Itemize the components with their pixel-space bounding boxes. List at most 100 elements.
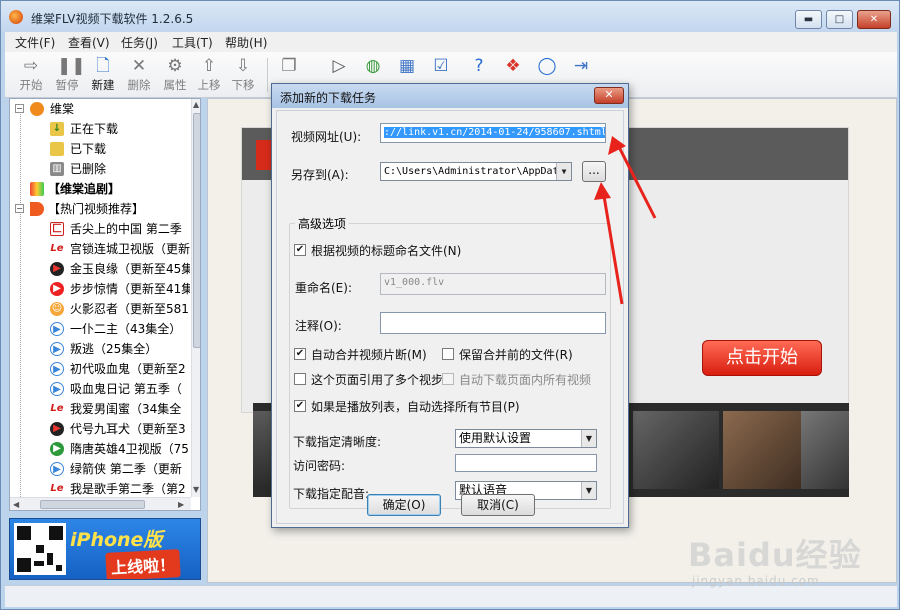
- scroll-right-icon[interactable]: ▶: [178, 500, 184, 509]
- keep-before-merge-label: 保留合并前的文件(R): [459, 348, 573, 362]
- tree-item-video[interactable]: ▶ 一仆二主（43集全）: [10, 319, 190, 339]
- start-button[interactable]: ⇨ 开始: [15, 54, 47, 96]
- tree-vertical-scrollbar[interactable]: ▲ ▼: [191, 99, 200, 497]
- folder-download-icon: ↓: [50, 122, 64, 136]
- tree-label: 步步惊情（更新至41集: [70, 282, 190, 296]
- tv-icon: [30, 182, 44, 196]
- properties-button[interactable]: ⚙ 属性: [159, 54, 191, 96]
- pause-button[interactable]: ❚❚ 暂停: [51, 54, 86, 96]
- tree-label: 隋唐英雄4卫视版（75: [70, 442, 189, 456]
- window-title: 维棠FLV视频下载软件 1.2.6.5: [31, 12, 194, 26]
- quality-label: 下载指定清晰度:: [293, 435, 382, 449]
- move-up-button[interactable]: ⇧ 上移: [193, 54, 225, 96]
- tree-item-root[interactable]: − 维棠: [10, 99, 190, 119]
- delete-button[interactable]: ✕ 删除: [123, 54, 155, 96]
- auto-merge-label: 自动合并视频片断(M): [311, 348, 427, 362]
- tree-item-video[interactable]: 匚舌尖上的中国 第二季: [10, 219, 190, 239]
- ok-button[interactable]: 确定(O): [367, 494, 441, 516]
- tree-horizontal-scrollbar[interactable]: ◀ ▶: [10, 497, 191, 510]
- baidu-watermark: Baidu经验 jingyan.baidu.com: [688, 530, 888, 600]
- tree-item-video[interactable]: ☺ 火影忍者（更新至581: [10, 299, 190, 319]
- maximize-button[interactable]: □: [826, 10, 853, 29]
- menu-help[interactable]: 帮助(H): [225, 34, 267, 51]
- tree-item-video[interactable]: ▶ 代号九耳犬（更新至3: [10, 419, 190, 439]
- dialog-body: 视频网址(U): ://link.v1.cn/2014-01-24/958607…: [276, 110, 624, 524]
- menu-file[interactable]: 文件(F): [15, 34, 55, 51]
- tree-item-deleted[interactable]: ▥ 已删除: [10, 159, 190, 179]
- playlist-checkbox[interactable]: ✔: [294, 400, 306, 412]
- collapse-icon[interactable]: −: [15, 204, 24, 213]
- quality-select[interactable]: 使用默认设置 ▼: [455, 429, 597, 448]
- tree-item-hot[interactable]: − 【热门视频推荐】: [10, 199, 190, 219]
- name-by-title-checkbox[interactable]: ✔: [294, 244, 306, 256]
- url-value: ://link.v1.cn/2014-01-24/958607.shtml: [384, 127, 606, 138]
- scroll-up-icon[interactable]: ▲: [193, 100, 199, 109]
- video-thumbnail[interactable]: [801, 411, 849, 489]
- menu-view[interactable]: 查看(V): [68, 34, 110, 51]
- pause-icon: ❚❚: [57, 56, 86, 76]
- tree-item-downloading[interactable]: ↓ 正在下载: [10, 119, 190, 139]
- chevron-down-icon[interactable]: ▼: [581, 482, 596, 499]
- tree-label: 一仆二主（43集全）: [70, 322, 182, 336]
- tree-item-video[interactable]: Le 宫锁连城卫视版（更新: [10, 239, 190, 259]
- auto-merge-checkbox[interactable]: ✔: [294, 348, 306, 360]
- tree-item-video[interactable]: Le 我是歌手第二季（第2: [10, 479, 190, 499]
- move-up-label: 上移: [197, 78, 221, 92]
- browse-button[interactable]: ...: [582, 161, 606, 182]
- note-input[interactable]: [380, 312, 606, 334]
- tree-item-video[interactable]: ▶ 绿箭侠 第二季（更新: [10, 459, 190, 479]
- tree-label: 舌尖上的中国 第二季: [70, 222, 182, 236]
- collapse-icon[interactable]: −: [15, 104, 24, 113]
- multi-video-checkbox[interactable]: [294, 373, 306, 385]
- tree-item-video[interactable]: ▶ 隋唐英雄4卫视版（75: [10, 439, 190, 459]
- password-input[interactable]: [455, 454, 597, 472]
- rename-input[interactable]: v1_000.flv: [380, 273, 606, 295]
- video-thumbnail[interactable]: [633, 411, 719, 489]
- tree-label: 我是歌手第二季（第2: [70, 482, 186, 496]
- new-button[interactable]: 🗋 新建: [87, 54, 119, 96]
- tree-item-follow[interactable]: 【维棠追剧】: [10, 179, 190, 199]
- video-thumbnail[interactable]: [723, 411, 809, 489]
- close-button[interactable]: ✕: [857, 10, 891, 29]
- video-site-icon: ▶: [50, 422, 64, 436]
- url-label: 视频网址(U):: [291, 130, 362, 144]
- scrollbar-thumb[interactable]: [40, 500, 145, 509]
- tree-label: 维棠: [50, 102, 75, 116]
- player-icon: ▷: [332, 56, 346, 76]
- keep-before-merge-checkbox[interactable]: [442, 348, 454, 360]
- scrollbar-thumb[interactable]: [193, 113, 200, 348]
- delete-label: 删除: [127, 78, 151, 92]
- tree-label: 已下载: [70, 142, 107, 156]
- scroll-left-icon[interactable]: ◀: [13, 500, 19, 509]
- menu-tools[interactable]: 工具(T): [172, 34, 213, 51]
- chevron-down-icon[interactable]: ▼: [581, 430, 596, 447]
- move-up-icon: ⇧: [201, 56, 217, 76]
- cancel-button[interactable]: 取消(C): [461, 494, 535, 516]
- tree-item-video[interactable]: ▶ 初代吸血鬼（更新至2: [10, 359, 190, 379]
- tree-item-video[interactable]: ▶ 叛逃（25集全）: [10, 339, 190, 359]
- chevron-down-icon[interactable]: ▼: [556, 163, 571, 180]
- scroll-down-icon[interactable]: ▼: [193, 485, 199, 494]
- tree-item-video[interactable]: ▶ 金玉良缘（更新至45集: [10, 259, 190, 279]
- tree-item-video[interactable]: Le 我爱男闺蜜（34集全: [10, 399, 190, 419]
- grid-icon: ▦: [398, 56, 416, 76]
- tree-item-video[interactable]: ▶ 吸血鬼日记 第五季（: [10, 379, 190, 399]
- play-circle-icon: ▶: [50, 382, 64, 396]
- tree-item-downloaded[interactable]: 已下载: [10, 139, 190, 159]
- exit-icon: ⇥: [573, 56, 589, 76]
- minimize-button[interactable]: ▬: [795, 10, 822, 29]
- multi-video-label: 这个页面引用了多个视步: [311, 373, 444, 387]
- saveto-combo[interactable]: C:\Users\Administrator\AppDat ▼: [380, 162, 572, 181]
- saveto-label: 另存到(A):: [291, 168, 349, 182]
- app-logo-icon: [30, 102, 44, 116]
- url-input[interactable]: ://link.v1.cn/2014-01-24/958607.shtml: [380, 123, 606, 143]
- move-down-button[interactable]: ⇩ 下移: [227, 54, 259, 96]
- dialog-close-button[interactable]: ✕: [594, 87, 624, 104]
- tree-label: 宫锁连城卫视版（更新: [70, 242, 190, 256]
- play-arrow-icon: ⇨: [23, 56, 39, 76]
- click-start-button[interactable]: 点击开始: [702, 340, 822, 376]
- iphone-promo-banner[interactable]: iPhone版 上线啦！: [9, 518, 201, 580]
- tree-item-video[interactable]: ▶ 步步惊情（更新至41集: [10, 279, 190, 299]
- download-all-checkbox[interactable]: [442, 373, 454, 385]
- menu-task[interactable]: 任务(J): [121, 34, 158, 51]
